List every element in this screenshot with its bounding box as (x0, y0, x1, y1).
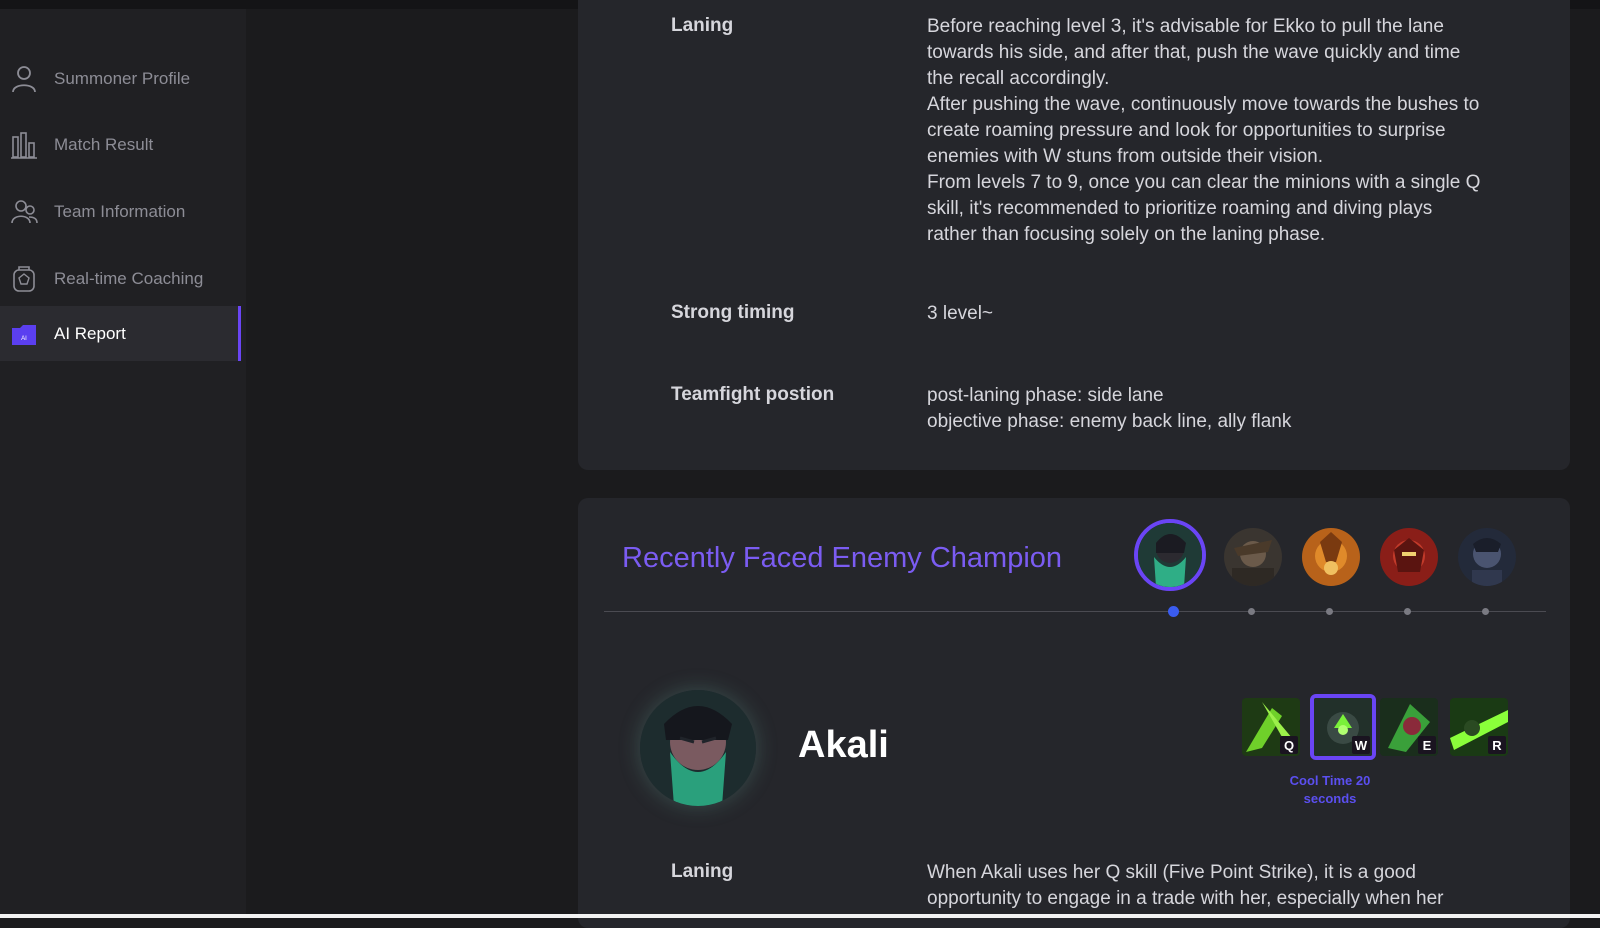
skill-r-icon[interactable]: R (1450, 698, 1508, 756)
timeline-dot[interactable] (1404, 608, 1411, 615)
timeline-dot[interactable] (1482, 608, 1489, 615)
laning-paragraph: From levels 7 to 9, once you can clear t… (927, 172, 1481, 245)
bar-chart-icon (9, 130, 39, 160)
timeline-dot-active[interactable] (1168, 606, 1179, 617)
sidebar-item-label: Summoner Profile (54, 68, 191, 88)
laning-paragraph: Before reaching level 3, it's advisable … (927, 16, 1461, 89)
enemy-champion-thumb-4[interactable] (1380, 528, 1438, 586)
sidebar-item-match-result[interactable]: Match Result (0, 117, 238, 172)
enemy-champion-thumb-2[interactable] (1224, 528, 1282, 586)
timeline-dot[interactable] (1248, 608, 1255, 615)
enemy-laning-text: When Akali uses her Q skill (Five Point … (927, 862, 1444, 909)
skill-e-icon[interactable]: E (1380, 698, 1438, 756)
champion-portrait (640, 690, 756, 806)
teamfight-line: objective phase: enemy back line, ally f… (927, 411, 1292, 432)
skill-key: Q (1280, 736, 1298, 754)
laning-paragraph: After pushing the wave, continuously mov… (927, 94, 1480, 167)
teamfight-label: Teamfight postion (671, 384, 835, 405)
skill-cooltime: Cool Time 20 seconds (1289, 773, 1371, 806)
user-icon (9, 64, 39, 94)
enemy-champion-thumb-akali[interactable] (1134, 519, 1206, 591)
laning-label: Laning (671, 15, 734, 36)
ai-report-icon: AI (9, 319, 39, 349)
svg-text:AI: AI (21, 336, 27, 342)
team-icon (9, 197, 39, 227)
enemy-champion-card: Recently Faced Enemy Champion Akali Q W … (578, 498, 1570, 928)
champion-name: Akali (798, 724, 889, 766)
sidebar-item-label: Real-time Coaching (54, 268, 204, 288)
sidebar: Summoner Profile Match Result Team Infor… (0, 9, 246, 914)
timeline-dot[interactable] (1326, 608, 1333, 615)
section-title: Recently Faced Enemy Champion (622, 542, 1063, 574)
teamfight-text: post-laning phase: side lane objective p… (927, 383, 1487, 435)
skill-key: E (1418, 736, 1436, 754)
skill-q-icon[interactable]: Q (1242, 698, 1300, 756)
strong-timing-value: 3 level~ (927, 303, 994, 324)
ekko-guide-card: Laning Before reaching level 3, it's adv… (578, 0, 1570, 470)
sidebar-item-real-time-coaching[interactable]: Real-time Coaching (0, 251, 238, 306)
enemy-champion-thumb-3[interactable] (1302, 528, 1360, 586)
sidebar-item-team-information[interactable]: Team Information (0, 184, 238, 239)
sidebar-item-label: AI Report (54, 323, 126, 343)
sidebar-item-label: Team Information (54, 201, 186, 221)
skill-key: W (1352, 736, 1370, 754)
skill-key: R (1488, 736, 1506, 754)
laning-text: Before reaching level 3, it's advisable … (927, 14, 1487, 248)
sidebar-item-summoner-profile[interactable]: Summoner Profile (0, 51, 238, 106)
enemy-champion-thumb-5[interactable] (1458, 528, 1516, 586)
strong-timing-label: Strong timing (671, 302, 795, 323)
skill-w-icon[interactable]: W (1310, 694, 1376, 760)
bottom-bar (0, 914, 1600, 918)
laning-label: Laning (671, 861, 734, 882)
sidebar-item-label: Match Result (54, 134, 154, 154)
teamfight-line: post-laning phase: side lane (927, 385, 1164, 406)
coaching-icon (9, 264, 39, 294)
sidebar-item-ai-report[interactable]: AI AI Report (0, 306, 241, 361)
